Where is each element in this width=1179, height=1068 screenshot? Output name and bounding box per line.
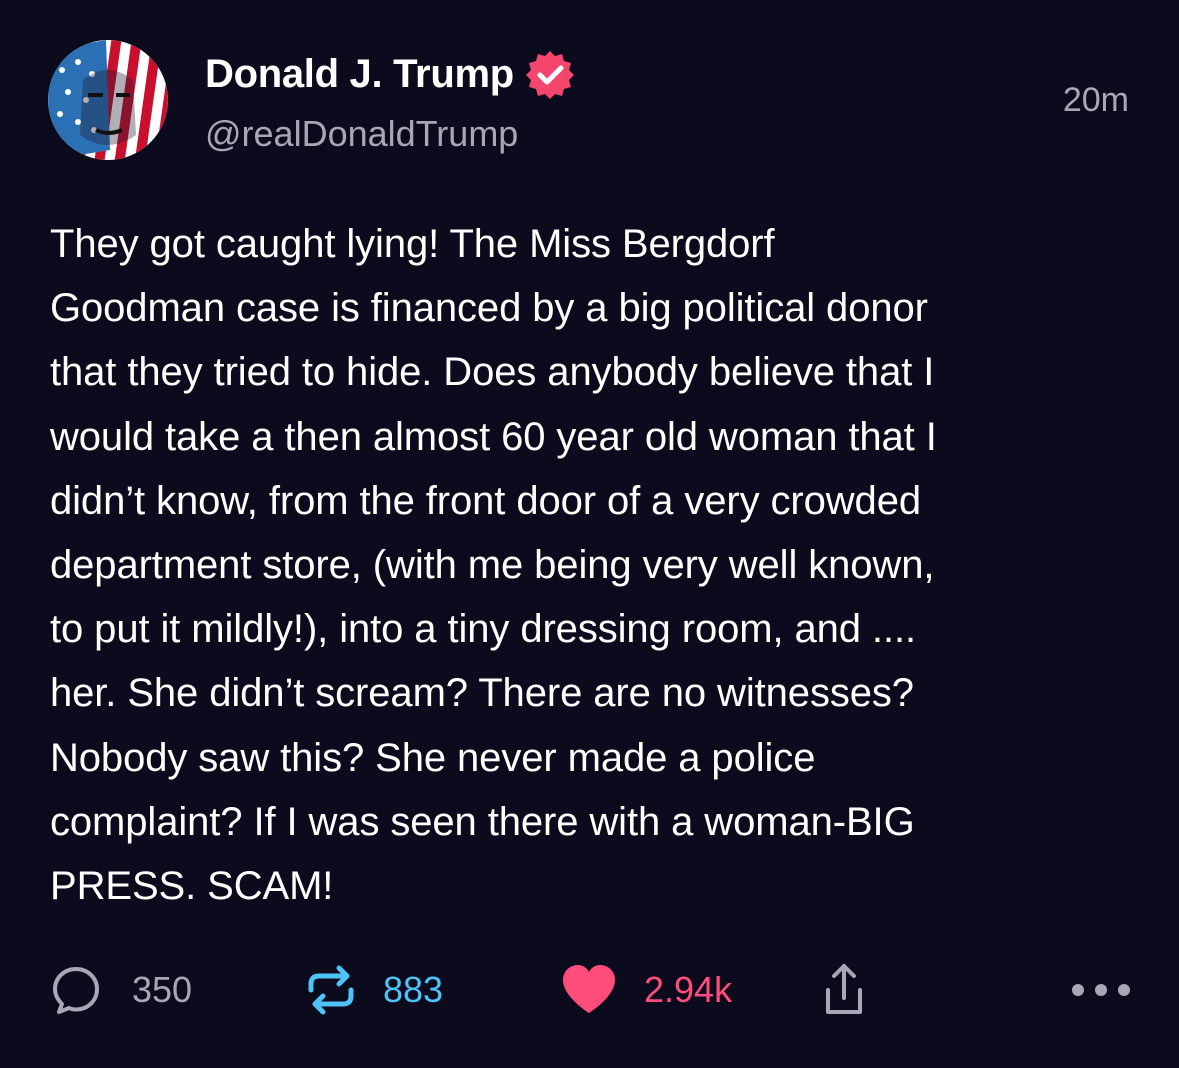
post-body-line: would take a then almost 60 year old wom… [50,414,937,459]
more-options-button[interactable] [1070,958,1132,1022]
reply-count: 350 [132,969,193,1010]
reply-button[interactable]: 350 [50,958,192,1022]
post-body-line: didn’t know, from the front door of a ve… [50,478,921,523]
verified-badge-icon [524,48,576,100]
retruth-icon [303,962,359,1018]
post-body-line: department store, (with me being very we… [50,543,935,588]
avatar[interactable] [48,40,168,160]
heart-icon [560,963,618,1017]
share-icon [818,960,870,1020]
like-button[interactable]: 2.94k [560,958,732,1022]
post-body: They got caught lying! The Miss Bergdorf… [50,212,1140,918]
post-card: Donald J. Trump @realDonaldTrump 20m The… [0,0,1179,1068]
action-bar: 350 883 2.94k [0,958,1179,1022]
avatar-image [48,40,168,160]
post-body-line: Goodman case is financed by a big politi… [50,286,928,331]
more-dots-icon [1070,980,1132,1000]
share-button[interactable] [818,958,870,1022]
retruth-count: 883 [383,969,444,1010]
author-display-name[interactable]: Donald J. Trump [205,48,514,100]
reply-bubble-icon [50,964,102,1016]
author-name[interactable]: Donald J. Trump [205,48,576,100]
retruth-button[interactable]: 883 [303,958,443,1022]
post-timestamp[interactable]: 20m [1063,80,1129,120]
post-body-line: her. She didn’t scream? There are no wit… [50,671,914,716]
post-body-line: They got caught lying! The Miss Bergdorf [50,222,775,266]
like-count: 2.94k [644,969,733,1010]
post-body-line: Nobody saw this? She never made a police [50,735,816,780]
post-body-line: that they tried to hide. Does anybody be… [50,350,935,395]
author-handle[interactable]: @realDonaldTrump [205,112,518,156]
post-body-line: to put it mildly!), into a tiny dressing… [50,607,916,652]
post-body-line: complaint? If I was seen there with a wo… [50,799,915,844]
post-body-line: PRESS. SCAM! [50,864,334,909]
